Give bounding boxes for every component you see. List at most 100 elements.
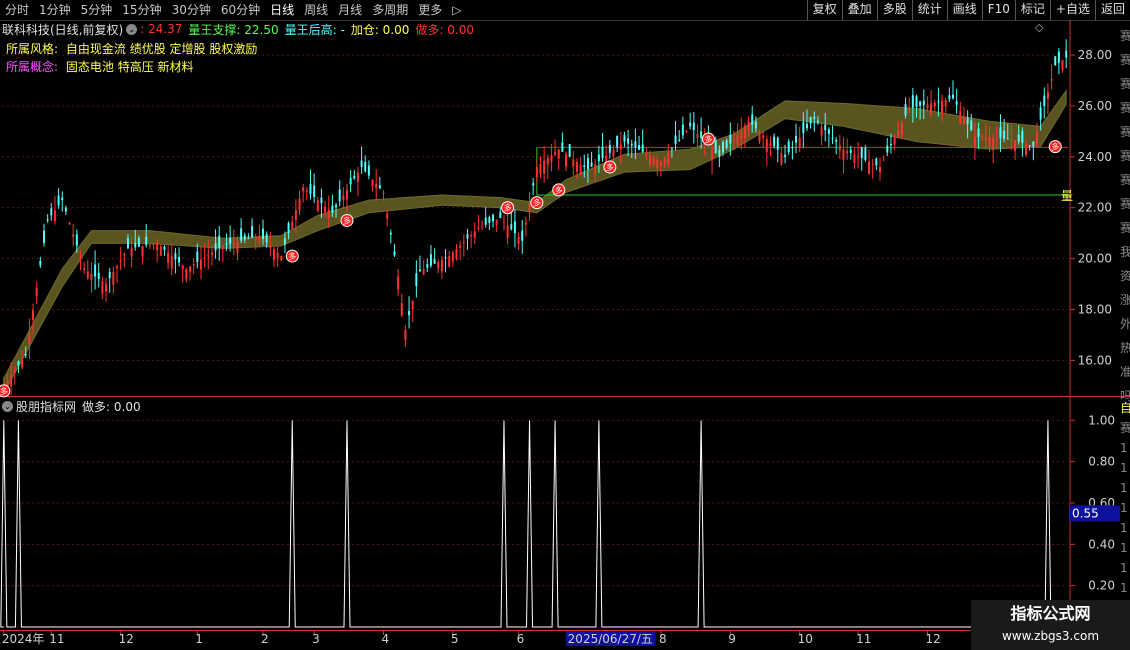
candle-body [579, 164, 582, 175]
period-tab-1[interactable]: 1分钟 [34, 0, 76, 20]
candle-body [557, 149, 560, 159]
candle-body [90, 273, 93, 280]
period-tab-8[interactable]: 月线 [333, 0, 367, 20]
main-y-tick-label: 16.00 [1078, 353, 1112, 367]
sub-y-tick-label: 0.80 [1088, 455, 1115, 469]
candle-body [970, 120, 973, 131]
candle-body [740, 130, 743, 140]
candle-body [802, 122, 805, 133]
candle-body [400, 303, 403, 316]
signal-glyph: 多 [288, 251, 296, 261]
main-chart-info: 联科科技(日线,前复权) ⌄ : 24.37 量王支撑: 22.50 量王后高:… [2, 21, 480, 37]
function-button-1[interactable]: 叠加 [841, 0, 877, 20]
candle-body [962, 117, 965, 124]
candle-body [112, 272, 115, 285]
candle-body [492, 214, 495, 222]
candle-body [61, 197, 64, 201]
candle-body [809, 116, 812, 124]
candle-body [754, 121, 757, 129]
candle-body [948, 95, 951, 100]
period-tab-9[interactable]: 多周期 [367, 0, 413, 20]
main-y-tick-label: 22.00 [1078, 201, 1112, 215]
candle-body [225, 243, 228, 245]
candle-body [240, 228, 243, 241]
candle-body [404, 329, 407, 341]
period-toolbar: 分时 1分钟 5分钟 15分钟 30分钟 60分钟 日线 周线 月线 多周期 更多 ▷ 复权 叠加 多股统… [0, 0, 1130, 21]
signal-glyph: 多 [704, 134, 712, 144]
candle-body [1006, 138, 1009, 140]
candle-body [444, 257, 447, 259]
candle-body [378, 185, 381, 189]
candle-body [207, 255, 210, 257]
candle-body [1050, 78, 1053, 81]
function-button-5[interactable]: F10 [981, 0, 1015, 20]
candle-body [787, 141, 790, 153]
candle-body [185, 268, 188, 280]
candle-body [528, 203, 531, 213]
candle-body [681, 124, 684, 136]
candle-body [302, 187, 305, 192]
chart-canvas[interactable]: 16.0018.0020.0022.0024.0026.0028.00量多多多多… [0, 20, 1130, 650]
candle-body [178, 256, 181, 263]
candle-body [769, 142, 772, 147]
function-button-4[interactable]: 画线 [946, 0, 982, 20]
side-panel-glyph: 赛 [1120, 148, 1130, 163]
candle-body [375, 183, 378, 188]
candle-body [422, 269, 425, 275]
candle-body [199, 259, 202, 270]
function-button-0[interactable]: 复权 [806, 0, 842, 20]
candle-body [24, 353, 27, 356]
candle-body [714, 140, 717, 154]
candle-body [623, 134, 626, 142]
function-button-7[interactable]: +自选 [1049, 0, 1095, 20]
candle-body [685, 130, 688, 132]
candle-body [816, 120, 819, 123]
sub-title: 股朋指标网 [16, 400, 77, 414]
candle-body [798, 137, 801, 148]
candle-body [780, 153, 783, 165]
period-tab-6[interactable]: 日线 [265, 0, 299, 20]
chevron-down-icon[interactable]: ⌄ [2, 401, 13, 412]
period-tab-3[interactable]: 15分钟 [117, 0, 166, 20]
chevron-down-icon[interactable]: ⌄ [126, 23, 138, 35]
function-button-2[interactable]: 多股 [876, 0, 912, 20]
x-tick-label: 10 [798, 632, 813, 646]
candle-body [382, 192, 385, 194]
candle-body [532, 183, 535, 186]
period-tab-0[interactable]: 分时 [0, 0, 34, 20]
diamond-icon[interactable]: ◇ [1035, 21, 1043, 34]
period-tab-4[interactable]: 30分钟 [167, 0, 216, 20]
candle-body [265, 234, 268, 243]
candle-body [451, 252, 454, 262]
candle-body [126, 238, 129, 249]
candle-body [419, 269, 422, 272]
candle-body [1039, 107, 1042, 120]
candle-body [499, 212, 502, 218]
candle-body [586, 158, 589, 170]
concept-label: 所属概念: [6, 60, 59, 74]
period-tab-7[interactable]: 周线 [299, 0, 333, 20]
more-arrow-icon[interactable]: ▷ [447, 0, 466, 20]
candle-body [1032, 141, 1035, 147]
candle-body [367, 165, 370, 176]
candle-body [83, 268, 86, 271]
candle-body [229, 237, 232, 244]
function-button-6[interactable]: 标记 [1014, 0, 1050, 20]
value-1: : 24.37 [140, 22, 183, 36]
candle-body [232, 242, 235, 245]
function-button-8[interactable]: 返回 [1094, 0, 1130, 20]
period-tab-10[interactable]: 更多 [413, 0, 447, 20]
sub-panel-glyph: 1 [1120, 441, 1128, 455]
candle-body [612, 149, 615, 157]
candle-body [335, 204, 338, 208]
function-button-3[interactable]: 统计 [911, 0, 947, 20]
sub-panel-glyph: 1 [1120, 521, 1128, 535]
candle-body [868, 161, 871, 175]
period-tab-2[interactable]: 5分钟 [76, 0, 118, 20]
candle-body [911, 95, 914, 108]
candle-body [878, 167, 881, 173]
candle-body [221, 245, 224, 248]
period-tab-5[interactable]: 60分钟 [216, 0, 265, 20]
candle-body [992, 137, 995, 151]
candle-body [470, 235, 473, 237]
